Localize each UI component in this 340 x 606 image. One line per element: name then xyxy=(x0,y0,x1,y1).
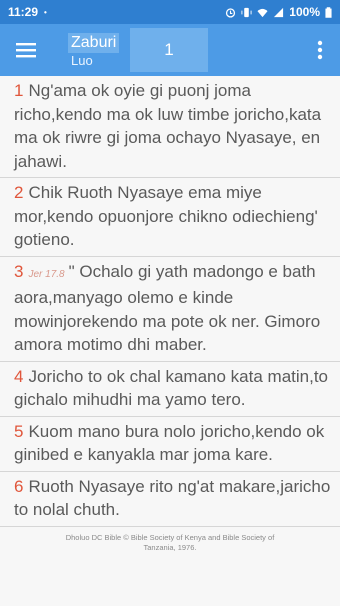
verse-5[interactable]: 5 Kuom mano bura nolo joricho,kendo ok gi… xyxy=(0,417,340,472)
verse-4[interactable]: 4 Joricho to ok chal kamano kata matin,to… xyxy=(0,362,340,417)
chapter-text: 1 Ng'ama ok oyie gi puonj joma richo,kend… xyxy=(0,76,340,574)
chapter-selector[interactable]: 1 xyxy=(130,28,208,72)
alarm-icon xyxy=(226,7,236,18)
toolbar: Zaburi Luo 1 xyxy=(0,24,340,76)
notification-dot: • xyxy=(44,7,47,17)
verse-text: Ruoth Nyasaye rito ng'at makare,jaricho … xyxy=(14,476,331,520)
cross-reference[interactable]: Jer 17.8 xyxy=(28,269,64,280)
verse-number: 4 xyxy=(14,366,24,386)
verse-number: 6 xyxy=(14,476,24,496)
menu-icon xyxy=(16,43,36,58)
chapter-number: 1 xyxy=(164,40,174,59)
overflow-menu-icon xyxy=(317,40,323,60)
battery-percent: 100% xyxy=(289,5,320,19)
verse-number: 3 xyxy=(14,261,24,281)
signal-icon xyxy=(274,7,284,17)
verse-number: 1 xyxy=(14,81,24,100)
verse-text: Chik Ruoth Nyasaye ema miye mor,kendo op… xyxy=(14,183,318,249)
book-selector[interactable]: Zaburi Luo xyxy=(68,28,120,72)
copyright-notice: Dholuo DC Bible © Bible Society of Kenya… xyxy=(65,532,275,552)
verse-number: 5 xyxy=(14,421,24,441)
verse-6[interactable]: 6 Ruoth Nyasaye rito ng'at makare,jaricho… xyxy=(0,472,340,527)
menu-button[interactable] xyxy=(0,24,52,76)
verse-3[interactable]: 3 Jer 17.8 " Ochalo gi yath madongo e bath… xyxy=(0,257,340,362)
overflow-menu-button[interactable] xyxy=(310,38,330,62)
verse-number: 2 xyxy=(14,183,24,202)
verse-1[interactable]: 1 Ng'ama ok oyie gi puonj joma richo,kend… xyxy=(0,76,340,178)
status-time: 11:29 xyxy=(8,5,39,19)
verse-text: Kuom mano bura nolo joricho,kendo ok gin… xyxy=(14,421,325,465)
wifi-icon xyxy=(257,8,268,17)
verse-text: Joricho to ok chal kamano kata matin,to … xyxy=(14,366,329,410)
battery-icon xyxy=(325,6,332,18)
status-icons: 100% xyxy=(225,5,332,19)
book-name: Zaburi xyxy=(68,32,120,53)
status-bar: 11:29 • 100% xyxy=(0,0,340,24)
verse-2[interactable]: 2 Chik Ruoth Nyasaye ema miye mor,kendo o… xyxy=(0,178,340,257)
vibrate-icon xyxy=(241,7,252,17)
verse-text: Ng'ama ok oyie gi puonj joma richo,kendo… xyxy=(14,81,322,171)
book-language: Luo xyxy=(71,52,93,68)
